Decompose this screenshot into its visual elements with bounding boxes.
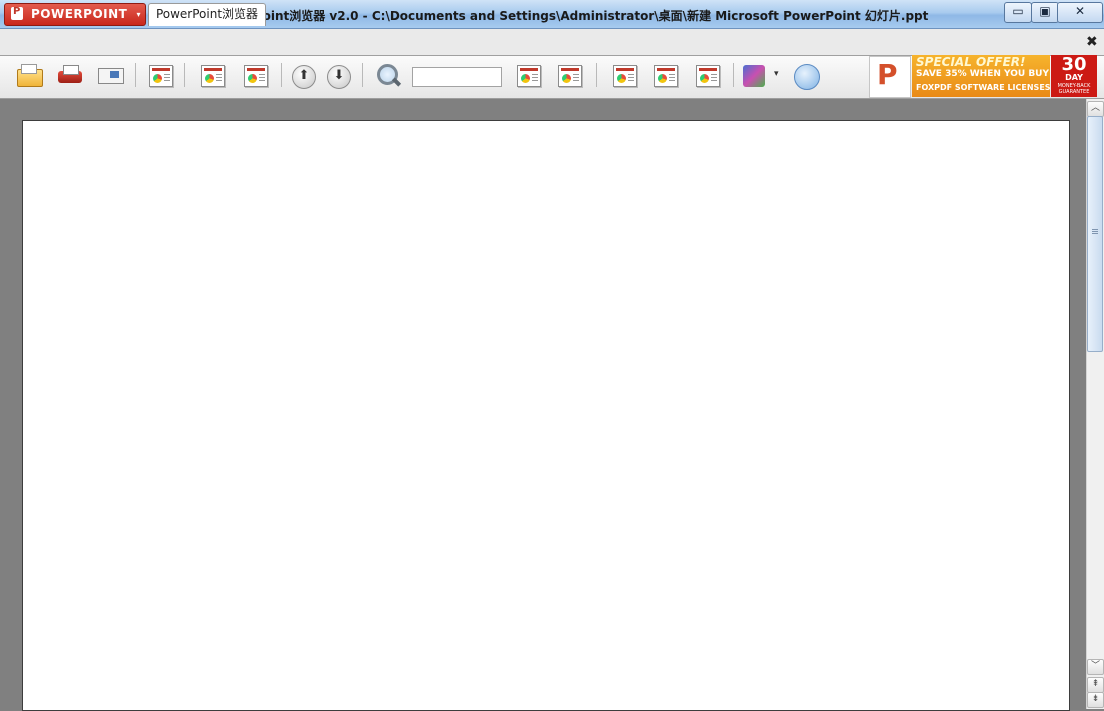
slide-notes-icon	[696, 65, 720, 87]
toolbar-separator	[281, 63, 282, 87]
badge-subtext: MONEY-BACK GUARANTEE	[1057, 83, 1091, 95]
insert-slide-button[interactable]	[651, 63, 679, 89]
chevron-down-icon: ▾	[136, 10, 141, 19]
zoom-in-button[interactable]	[555, 63, 583, 89]
scroll-up-button[interactable]: ︿	[1087, 101, 1104, 117]
previous-page-button[interactable]: ⇞	[1087, 677, 1104, 693]
globe-icon	[794, 64, 820, 90]
minimize-icon: ▭	[1012, 4, 1024, 18]
zoom-out-button[interactable]	[514, 63, 542, 89]
toolbar-separator	[135, 63, 136, 87]
ad-body[interactable]: SPECIAL OFFER! SAVE 35% WHEN YOU BUY FOX…	[912, 55, 1054, 97]
zoom-in-icon	[558, 65, 582, 87]
zoom-out-icon	[517, 65, 541, 87]
page-up-icon: ⇞	[1091, 679, 1100, 689]
zoom-input[interactable]	[412, 67, 502, 87]
arrow-up-icon: ⬆	[292, 65, 316, 89]
minimize-button[interactable]: ▭	[1004, 2, 1032, 23]
tab-strip	[0, 29, 1104, 56]
ad-banner[interactable]: SPECIAL OFFER! SAVE 35% WHEN YOU BUY FOX…	[869, 55, 1097, 98]
zoom-button[interactable]	[374, 63, 402, 89]
slide-properties-icon	[149, 65, 173, 87]
first-slide-icon	[201, 65, 225, 87]
ad-headline: SPECIAL OFFER!	[916, 55, 1026, 69]
first-slide-button[interactable]	[198, 63, 226, 89]
close-window-button[interactable]: ✕	[1057, 2, 1103, 23]
slideshow-button[interactable]	[97, 63, 125, 89]
maximize-button[interactable]: ▣	[1031, 2, 1059, 23]
page-view-button[interactable]	[610, 63, 638, 89]
slide-notes-button[interactable]	[693, 63, 721, 89]
slide-page[interactable]	[22, 120, 1070, 711]
toolbar-separator	[184, 63, 185, 87]
ad-line: SAVE 35% WHEN YOU BUY	[916, 69, 1050, 79]
delete-slide-icon	[244, 65, 268, 87]
close-tab-button[interactable]: ✖	[1086, 34, 1098, 50]
powerpoint-logo-icon	[11, 6, 23, 20]
web-button[interactable]	[792, 63, 820, 90]
tab-document[interactable]: PowerPoint浏览器	[148, 3, 266, 26]
scroll-down-button[interactable]: ﹀	[1087, 659, 1104, 675]
insert-slide-icon	[654, 65, 678, 87]
slide-properties-button[interactable]	[146, 63, 174, 89]
ppt-file-icon	[21, 64, 37, 74]
toolbar-separator	[362, 63, 363, 87]
money-back-badge: 30 DAY MONEY-BACK GUARANTEE	[1051, 55, 1097, 97]
scrollbar-thumb[interactable]	[1087, 116, 1103, 352]
magnifier-handle	[391, 77, 402, 87]
slideshow-screen-icon	[110, 71, 119, 78]
spell-check-button[interactable]	[741, 63, 769, 89]
app-menu-label: POWERPOINT	[31, 7, 128, 21]
page-view-icon	[613, 65, 637, 87]
arrow-down-icon: ⬇	[327, 65, 351, 89]
powerpoint-app-menu-button[interactable]: POWERPOINT ▾	[4, 3, 146, 26]
maximize-icon: ▣	[1039, 4, 1051, 18]
next-slide-button[interactable]: ⬇	[324, 63, 352, 89]
chevron-down-icon: ﹀	[1090, 661, 1100, 671]
page-down-icon: ⇟	[1091, 694, 1100, 704]
next-page-button[interactable]: ⇟	[1087, 692, 1104, 708]
previous-slide-button[interactable]: ⬆	[289, 63, 317, 89]
window-title: PowerPoint浏览器 v2.0 - C:\Documents and Se…	[211, 9, 929, 23]
toolbar-separator	[733, 63, 734, 87]
ad-line: FOXPDF SOFTWARE LICENSES.	[916, 83, 1054, 92]
open-button[interactable]	[15, 63, 43, 89]
print-button[interactable]	[56, 63, 84, 89]
close-icon: ✕	[1074, 4, 1086, 18]
badge-number: 30	[1061, 54, 1087, 75]
spell-check-icon	[743, 65, 765, 87]
delete-slide-button[interactable]	[241, 63, 269, 89]
badge-word: DAY	[1065, 73, 1083, 82]
print-paper-icon	[63, 65, 79, 75]
powerpoint-logo-icon	[869, 56, 911, 98]
chevron-up-icon: ︿	[1090, 103, 1100, 113]
chevron-down-icon[interactable]: ▾	[774, 69, 779, 79]
toolbar-separator	[596, 63, 597, 87]
